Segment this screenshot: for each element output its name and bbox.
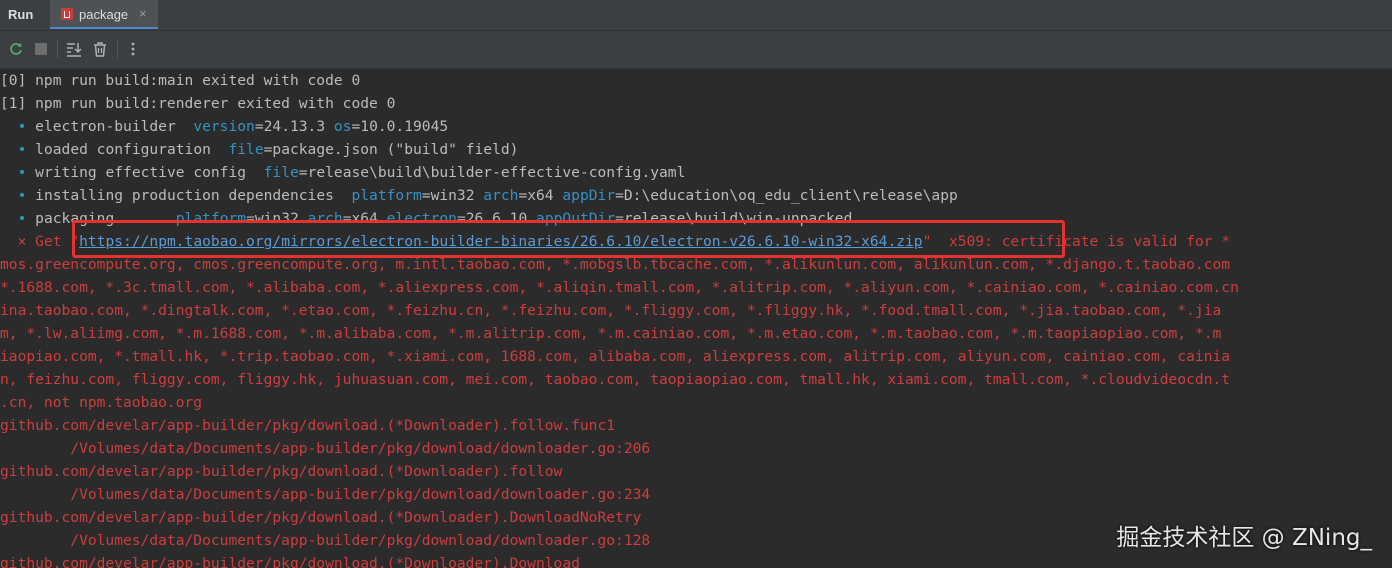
console-error-line: github.com/develar/app-builder/pkg/downl… [0, 463, 563, 480]
info-bullet-icon: • [17, 210, 27, 227]
info-bullet-icon: • [17, 141, 27, 158]
run-tool-window-header: Run package × [0, 0, 1392, 31]
console-output[interactable]: [0] npm run build:main exited with code … [0, 69, 1392, 568]
console-line: • writing effective config file=release\… [17, 164, 686, 181]
console-error-line: github.com/develar/app-builder/pkg/downl… [0, 417, 616, 434]
console-error-line: /Volumes/data/Documents/app-builder/pkg/… [0, 440, 651, 457]
run-toolbar [0, 31, 1392, 69]
console-line: [0] npm run build:main exited with code … [0, 72, 361, 89]
console-error-line: iaopiao.com, *.tmall.hk, *.trip.taobao.c… [0, 348, 1231, 365]
url-highlight-annotation [72, 220, 1065, 258]
console-line: [1] npm run build:renderer exited with c… [0, 95, 396, 112]
console-error-line: ina.taobao.com, *.dingtalk.com, *.etao.c… [0, 302, 1222, 319]
error-cross-icon: × [17, 233, 27, 250]
run-tool-window-title: Run [8, 7, 34, 22]
console-line: • electron-builder version=24.13.3 os=10… [17, 118, 449, 135]
console-error-line: *.1688.com, *.3c.tmall.com, *.alibaba.co… [0, 279, 1239, 296]
close-icon[interactable]: × [139, 6, 147, 21]
console-error-line: github.com/develar/app-builder/pkg/downl… [0, 509, 642, 526]
console-error-line: /Volumes/data/Documents/app-builder/pkg/… [0, 486, 651, 503]
stop-icon[interactable] [32, 40, 50, 58]
watermark: 掘金技术社区 @ ZNing_ [1116, 525, 1372, 551]
console-line: • loaded configuration file=package.json… [17, 141, 519, 158]
npm-icon [61, 8, 73, 20]
more-vertical-icon[interactable] [124, 40, 142, 58]
scroll-to-end-icon[interactable] [65, 40, 83, 58]
console-error-line: github.com/develar/app-builder/pkg/downl… [0, 555, 580, 568]
console-error-line: /Volumes/data/Documents/app-builder/pkg/… [0, 532, 651, 549]
info-bullet-icon: • [17, 118, 27, 135]
rerun-icon[interactable] [7, 40, 25, 58]
toolbar-separator [57, 40, 58, 58]
info-bullet-icon: • [17, 164, 27, 181]
console-line: • installing production dependencies pla… [17, 187, 958, 204]
console-error-line: .cn, not npm.taobao.org [0, 394, 203, 411]
console-error-line: n, feizhu.com, fliggy.com, fliggy.hk, ju… [0, 371, 1231, 388]
tab-package[interactable]: package × [50, 0, 158, 29]
trash-icon[interactable] [91, 40, 109, 58]
tab-package-label: package [79, 7, 129, 22]
toolbar-separator [117, 40, 118, 58]
info-bullet-icon: • [17, 187, 27, 204]
console-error-line: m, *.lw.aliimg.com, *.m.1688.com, *.m.al… [0, 325, 1222, 342]
